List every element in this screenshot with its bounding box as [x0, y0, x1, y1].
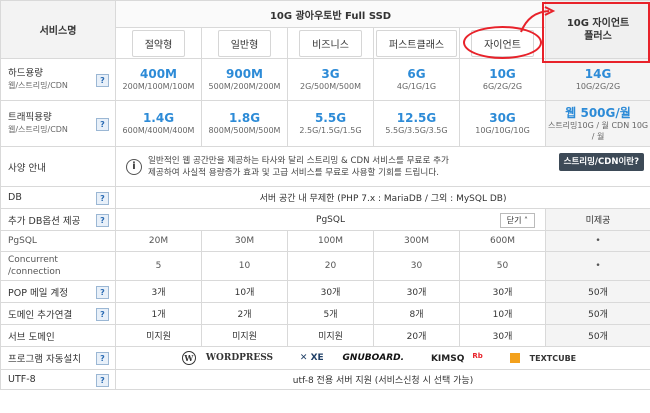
help-icon[interactable]: ? [96, 285, 109, 299]
gnuboard-logo: GNUBOARD. [342, 353, 405, 363]
spec-info-row: 사양 안내 i 일반적인 웹 공간만을 제공하는 타사와 달리 스트리밍 & CD… [0, 146, 650, 187]
plan-tab-general[interactable]: 일반형 [201, 27, 288, 59]
disk-label: 하드용량 웹/스트리밍/CDN? [0, 58, 116, 101]
domain-row: 도메인 추가연결? 1개 2개 5개 8개 10개 50개 [0, 302, 650, 325]
xe-logo: ✕ XE [299, 353, 324, 363]
kimsq-logo: KIMSQ Rb [430, 351, 483, 365]
help-icon[interactable]: ? [96, 307, 109, 321]
help-icon[interactable]: ? [96, 213, 109, 227]
help-icon[interactable]: ? [96, 117, 109, 131]
info-icon: i [126, 158, 142, 175]
traffic-label: 트래픽용량 웹/스트리밍/CDN? [0, 100, 116, 147]
highlight-arrow [520, 6, 556, 33]
plan-tab-saving[interactable]: 절약형 [115, 27, 202, 59]
help-icon[interactable]: ? [96, 352, 109, 365]
cdn-info-button[interactable]: 스트리밍/CDN이란? [558, 153, 645, 171]
disk-row: 하드용량 웹/스트리밍/CDN? 400M 200M/100M/100M 900M 5… [0, 58, 650, 101]
db-row: DB? 서버 공간 내 무제한 (PHP 7.x : MariaDB / 그외 … [0, 186, 650, 209]
concurrent-row: Concurrent/connection 5 10 20 30 50 • [0, 251, 650, 281]
help-icon[interactable]: ? [96, 73, 109, 87]
utf8-row: UTF-8? utf-8 전용 서버 지원 (서비스신청 시 선택 가능) [0, 369, 650, 390]
db-option-row: 추가 DB옵션 제공? PgSQL 닫기 ˄ 미제공 [0, 208, 650, 231]
service-name-header: 서비스명 [0, 0, 116, 59]
traffic-row: 트래픽용량 웹/스트리밍/CDN? 1.4G 600M/400M/400M 1.8G… [0, 100, 650, 147]
auto-install-row: 프로그램 자동설치? W WORDPRESS ✕ XE GNUBOARD. KIM… [0, 346, 650, 370]
group-title: 10G 광아우토반 Full SSD [114, 0, 547, 28]
plan-tab-business[interactable]: 비즈니스 [287, 27, 374, 59]
wordpress-logo: W WORDPRESS [181, 351, 281, 365]
db-value: 서버 공간 내 무제한 (PHP 7.x : MariaDB / 그외 : My… [114, 186, 650, 209]
help-icon[interactable]: ? [96, 373, 109, 387]
collapse-dropdown[interactable]: 닫기 ˄ [499, 213, 536, 228]
plan-tab-firstclass[interactable]: 퍼스트클래스 [373, 27, 460, 59]
highlight-box [542, 2, 650, 63]
spec-info-label: 사양 안내 [0, 146, 116, 187]
help-icon[interactable]: ? [96, 191, 109, 205]
subdomain-row: 서브 도메인 미지원 미지원 미지원 20개 30개 50개 [0, 324, 650, 347]
textcube-logo: TEXTCUBE [502, 353, 584, 363]
pgsql-row: PgSQL 20M 30M 100M 300M 600M • [0, 230, 650, 252]
pop-mail-row: POP 메일 계정? 3개 10개 30개 30개 30개 50개 [0, 280, 650, 303]
